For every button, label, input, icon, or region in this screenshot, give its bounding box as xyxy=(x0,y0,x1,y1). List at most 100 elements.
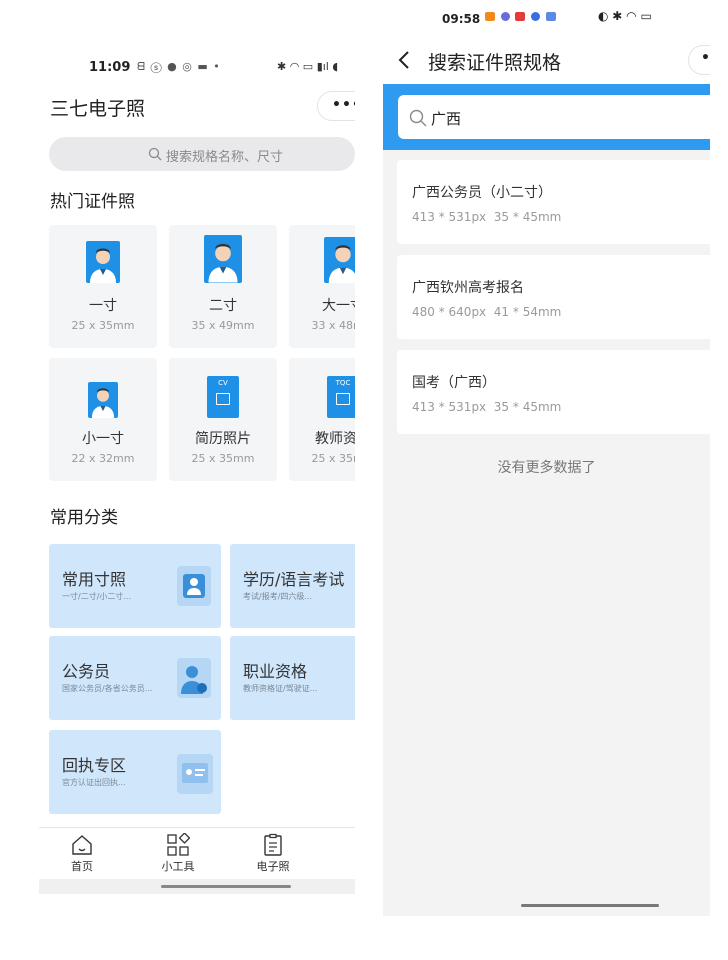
id-card-item[interactable]: 小一寸 22 x 32mm xyxy=(49,358,157,481)
home-screen: 11:09 ᗺ ⓢ ● ◎ ▬ • ✱ ◠ ▭ ▮ıl ◖ 三七电子照 ••• … xyxy=(39,40,355,894)
home-indicator-bar xyxy=(39,879,355,894)
search-placeholder: 搜索规格名称、尺寸 xyxy=(166,150,284,165)
search-bar[interactable]: 搜索规格名称、尺寸 xyxy=(49,137,355,171)
status-system-icons: ✱ ◠ ▭ ▮ıl ◖ xyxy=(277,60,339,73)
category-subtitle: 考试/报考/四六级... xyxy=(243,592,313,601)
more-button[interactable]: • xyxy=(688,45,710,75)
category-card[interactable]: 公务员 国家公务员/各省公务员... xyxy=(49,636,221,720)
id-card-name: 教师资格 xyxy=(315,431,355,447)
portrait-icon xyxy=(177,566,211,606)
receipt-icon xyxy=(177,754,213,794)
id-card-name: 小一寸 xyxy=(82,431,124,447)
category-title: 职业资格 xyxy=(243,662,308,681)
tab-tools[interactable]: 小工具 xyxy=(148,830,208,874)
category-title: 回执专区 xyxy=(62,756,127,775)
notification-icon xyxy=(485,12,495,21)
category-subtitle: 国家公务员/各省公务员... xyxy=(62,684,153,693)
teacher-photo-icon: TQC xyxy=(327,376,355,418)
search-screen: 09:58 ◐ ✱ ◠ ▭ 搜索证件照规格 • 广西 广西公务员（小二寸） 41… xyxy=(383,0,710,916)
cv-badge: CV xyxy=(218,379,228,387)
id-card-name: 大一寸 xyxy=(322,298,355,314)
more-dots-icon: • xyxy=(701,50,710,66)
result-px: 480 * 640px xyxy=(412,305,487,319)
id-card-name: 二寸 xyxy=(209,298,237,314)
result-px: 413 * 531px xyxy=(412,400,487,414)
home-indicator xyxy=(161,885,291,888)
category-title: 常用寸照 xyxy=(62,570,127,589)
result-title: 国考（广西） xyxy=(412,375,496,391)
result-item[interactable]: 广西钦州高考报名 480 * 640px 41 * 54mm xyxy=(397,255,710,339)
id-photo-icon xyxy=(204,235,242,283)
result-item[interactable]: 广西公务员（小二寸） 413 * 531px 35 * 45mm xyxy=(397,160,710,244)
id-card-item[interactable]: TQC 教师资格 25 x 35mm xyxy=(289,358,355,481)
id-card-item[interactable]: 大一寸 33 x 48mm xyxy=(289,225,355,348)
tabbar-divider xyxy=(39,827,355,828)
result-title: 广西公务员（小二寸） xyxy=(412,185,552,201)
tab-label: 电子照 xyxy=(256,860,290,873)
civil-servant-icon xyxy=(177,658,211,698)
id-card-item[interactable]: CV 简历照片 25 x 35mm xyxy=(169,358,277,481)
more-dots-icon: ••• xyxy=(332,97,355,113)
category-title: 学历/语言考试 xyxy=(243,570,345,589)
tab-home[interactable]: 首页 xyxy=(52,830,112,874)
category-subtitle: 教师资格证/驾驶证... xyxy=(243,684,318,693)
back-arrow-icon[interactable] xyxy=(398,50,410,70)
id-photo-icon xyxy=(86,241,120,283)
search-icon xyxy=(148,147,162,161)
more-button[interactable]: ••• xyxy=(317,91,355,121)
category-subtitle: 官方认证出回执... xyxy=(62,778,126,787)
tab-label: 小工具 xyxy=(161,860,195,873)
home-icon xyxy=(72,835,92,855)
notification-icon xyxy=(546,12,556,21)
id-card-size: 25 x 35mm xyxy=(191,452,255,465)
result-size: 413 * 531px 35 * 45mm xyxy=(412,400,561,414)
id-card-item[interactable]: 二寸 35 x 49mm xyxy=(169,225,277,348)
id-card-size: 33 x 48mm xyxy=(311,319,355,332)
tab-e-photo[interactable]: 电子照 xyxy=(243,830,303,874)
id-card-item[interactable]: 一寸 25 x 35mm xyxy=(49,225,157,348)
category-card[interactable]: 学历/语言考试 考试/报考/四六级... xyxy=(230,544,355,628)
document-icon xyxy=(264,833,282,856)
result-item[interactable]: 国考（广西） 413 * 531px 35 * 45mm xyxy=(397,350,710,434)
search-icon xyxy=(409,109,427,127)
result-mm: 41 * 54mm xyxy=(493,305,562,319)
status-icons: ᗺ ⓢ ● ◎ ▬ • xyxy=(137,60,221,73)
status-system-icons: ◐ ✱ ◠ ▭ xyxy=(598,9,652,23)
result-size: 480 * 640px 41 * 54mm xyxy=(412,305,561,319)
result-px: 413 * 531px xyxy=(412,210,487,224)
id-photo-icon xyxy=(324,237,355,283)
search-value: 广西 xyxy=(431,110,462,128)
tqc-badge: TQC xyxy=(335,379,351,387)
common-section-title: 常用分类 xyxy=(50,508,118,528)
category-title: 公务员 xyxy=(62,662,111,681)
result-mm: 35 * 45mm xyxy=(493,400,562,414)
tab-label: 首页 xyxy=(71,860,93,873)
app-title: 三七电子照 xyxy=(50,98,146,120)
tools-grid-icon xyxy=(167,833,190,856)
id-card-size: 25 x 35mm xyxy=(311,452,355,465)
no-more-data: 没有更多数据了 xyxy=(497,460,596,476)
id-card-size: 25 x 35mm xyxy=(71,319,135,332)
notification-icon xyxy=(501,12,510,21)
search-input[interactable]: 广西 xyxy=(398,95,710,139)
resume-photo-icon: CV xyxy=(207,376,239,418)
category-card[interactable]: 职业资格 教师资格证/驾驶证... xyxy=(230,636,355,720)
category-subtitle: 一寸/二寸/小二寸... xyxy=(62,592,132,601)
category-card[interactable]: 常用寸照 一寸/二寸/小二寸... xyxy=(49,544,221,628)
status-time: 11:09 xyxy=(89,60,131,75)
result-title: 广西钦州高考报名 xyxy=(412,280,524,296)
result-mm: 35 * 45mm xyxy=(493,210,562,224)
notification-icon xyxy=(531,12,540,21)
category-card[interactable]: 回执专区 官方认证出回执... xyxy=(49,730,221,814)
status-time: 09:58 xyxy=(442,12,481,26)
page-title: 搜索证件照规格 xyxy=(428,52,562,74)
notification-icon xyxy=(515,12,525,21)
result-size: 413 * 531px 35 * 45mm xyxy=(412,210,561,224)
id-photo-icon xyxy=(88,382,118,418)
home-indicator xyxy=(521,904,659,907)
id-card-name: 一寸 xyxy=(89,298,117,314)
tab-bar: 首页 小工具 电子照 xyxy=(39,830,355,880)
id-card-size: 35 x 49mm xyxy=(191,319,255,332)
id-card-name: 简历照片 xyxy=(195,431,251,447)
id-card-size: 22 x 32mm xyxy=(71,452,135,465)
